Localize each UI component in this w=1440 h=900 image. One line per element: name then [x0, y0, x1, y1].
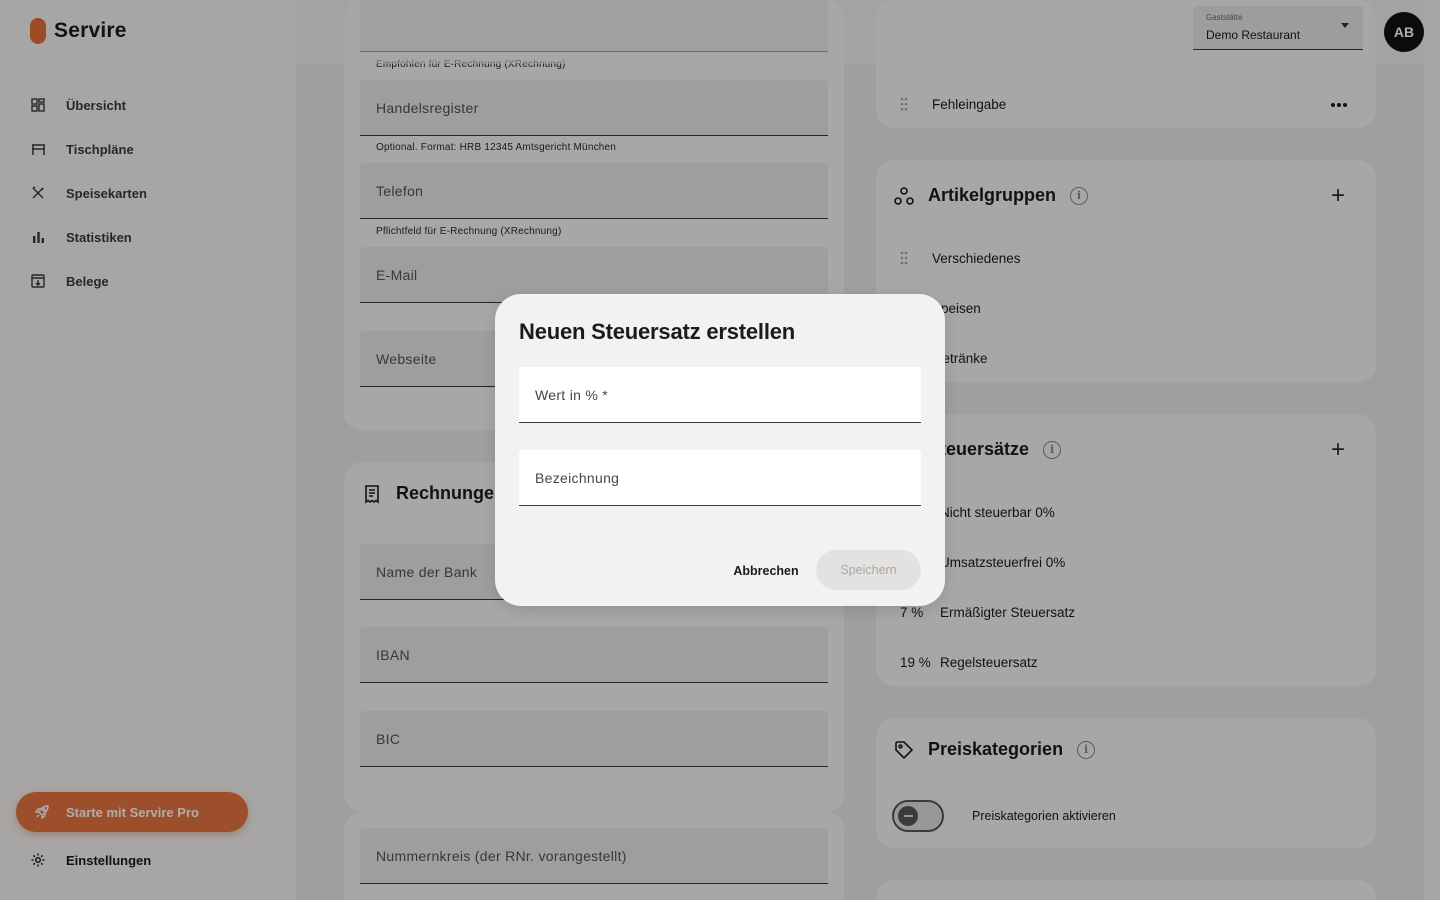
- tax-value-input[interactable]: Wert in % *: [519, 367, 921, 423]
- save-button[interactable]: Speichern: [816, 550, 921, 590]
- dialog-title: Neuen Steuersatz erstellen: [519, 319, 796, 344]
- cancel-button[interactable]: Abbrechen: [727, 554, 805, 588]
- tax-name-input[interactable]: Bezeichnung: [519, 450, 921, 506]
- create-tax-rate-dialog: Neuen Steuersatz erstellen Wert in % * B…: [495, 294, 945, 606]
